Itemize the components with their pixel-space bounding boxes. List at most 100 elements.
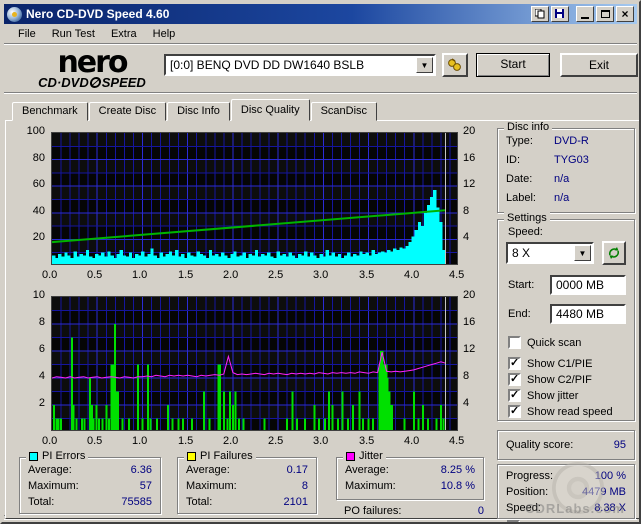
speed-select[interactable]: 8 X ▼ — [506, 242, 594, 264]
checkbox-icon — [507, 519, 520, 522]
tick-label: 12 — [463, 178, 476, 190]
disc-id: TYG03 — [554, 154, 589, 166]
app-icon — [7, 6, 22, 22]
watermark-text: CDRLabs.com — [525, 501, 625, 516]
tick-label: 16 — [463, 316, 476, 328]
toolbar: nero CD·DVD SPEED [0:0] BENQ DVD DD DW164… — [4, 45, 638, 93]
close-button[interactable]: × — [616, 6, 634, 22]
refresh-button[interactable] — [602, 241, 626, 265]
tick-label: 20 — [463, 125, 476, 137]
start-position-field[interactable]: 0000 MB — [550, 275, 626, 295]
tick-label: 2.5 — [268, 435, 284, 447]
menu-help[interactable]: Help — [145, 26, 184, 42]
tick-label: 10 — [32, 289, 45, 301]
drive-select-value: [0:0] BENQ DVD DD DW1640 BSLB — [170, 58, 365, 72]
tick-label: 0.0 — [42, 269, 58, 281]
quick-scan-checkbox[interactable]: Quick scan — [508, 336, 581, 349]
end-position-field[interactable]: 4480 MB — [550, 304, 626, 324]
tab-disc-info[interactable]: Disc Info — [167, 102, 230, 121]
pi-failures-legend-swatch — [187, 451, 196, 461]
tab-strip: Benchmark Create Disc Disc Info Disc Qua… — [12, 99, 378, 121]
nero-logo: nero CD·DVD SPEED — [38, 45, 146, 90]
tab-disc-quality[interactable]: Disc Quality — [230, 99, 310, 121]
pi-failures-chart: 10 8 6 4 2 20 16 12 8 4 0.0 0.5 1.0 1.5 2.0 2.5 3.0 3.5 4.… — [11, 289, 495, 456]
minimize-button[interactable] — [576, 6, 594, 22]
tick-label: 2.0 — [223, 435, 239, 447]
checkbox-icon[interactable] — [508, 372, 521, 386]
disc-info-group: Disc info Type: DVD-R ID: TYG03 Date: n/a L… — [497, 121, 635, 213]
tick-label: 4 — [463, 397, 470, 409]
window-title: Nero CD-DVD Speed 4.60 — [26, 7, 170, 21]
tick-label: 3.0 — [313, 435, 329, 447]
checkbox-icon[interactable] — [508, 388, 521, 402]
tick-label: 20 — [463, 289, 476, 301]
settings-group: Settings Speed: 8 X ▼ Start: 0000 MB End… — [497, 212, 635, 421]
exit-button[interactable]: Exit — [560, 53, 638, 77]
tick-label: 1.5 — [178, 435, 194, 447]
pi-failures-maximum: 8 — [301, 480, 308, 492]
tab-create-disc[interactable]: Create Disc — [88, 102, 167, 121]
copy-icon[interactable] — [531, 6, 549, 22]
title-bar: Nero CD-DVD Speed 4.60 × — [4, 4, 637, 24]
pi-errors-total: 75585 — [121, 496, 152, 508]
quality-score-group: Quality score: 95 — [497, 430, 635, 460]
pi-errors-maximum: 57 — [139, 480, 152, 492]
jitter-legend-swatch — [346, 451, 355, 461]
tick-label: 3.5 — [359, 435, 375, 447]
tick-label: 4.0 — [404, 435, 420, 447]
tick-label: 20 — [32, 231, 45, 243]
tick-label: 8 — [463, 205, 470, 217]
tick-label: 1.0 — [132, 269, 148, 281]
tick-label: 1.0 — [132, 435, 148, 447]
tab-benchmark[interactable]: Benchmark — [12, 102, 88, 121]
disc-quality-page: 100 80 60 40 20 20 16 12 8 4 0.0 0.5 1.0 1.5 2.0 2.5 3.0… — [5, 120, 639, 522]
tools-icon — [448, 58, 461, 71]
show-write-speed-checkbox: Show write speed — [507, 519, 613, 522]
maximize-button[interactable] — [596, 6, 614, 22]
pi-failures-total: 2101 — [283, 496, 308, 508]
tick-label: 60 — [32, 178, 45, 190]
jitter-stats: Jitter Average: 8.25 % Maximum: 10.8 % — [336, 450, 484, 500]
show-read-speed-checkbox[interactable]: Show read speed — [508, 404, 613, 418]
checkbox-icon[interactable] — [508, 336, 521, 349]
tick-label: 4.5 — [449, 269, 465, 281]
tick-label: 6 — [38, 343, 45, 355]
menu-file[interactable]: File — [10, 26, 44, 42]
chevron-down-icon[interactable]: ▼ — [416, 57, 433, 73]
tools-button[interactable] — [442, 53, 468, 77]
menu-run-test[interactable]: Run Test — [44, 26, 103, 42]
speed-select-value: 8 X — [512, 246, 531, 260]
tick-label: 12 — [463, 343, 476, 355]
checkbox-icon[interactable] — [508, 356, 521, 370]
tick-label: 0.5 — [87, 269, 103, 281]
show-jitter-checkbox[interactable]: Show jitter — [508, 388, 578, 402]
tick-label: 4.5 — [449, 435, 465, 447]
drive-select[interactable]: [0:0] BENQ DVD DD DW1640 BSLB ▼ — [164, 54, 436, 76]
save-icon[interactable] — [551, 6, 569, 22]
checkbox-icon[interactable] — [508, 404, 521, 418]
start-button[interactable]: Start — [476, 53, 550, 77]
tick-label: 4.0 — [404, 269, 420, 281]
tick-label: 0.5 — [87, 435, 103, 447]
menu-bar: File Run Test Extra Help — [4, 24, 637, 44]
show-c1-pie-checkbox[interactable]: Show C1/PIE — [508, 356, 592, 370]
jitter-average: 8.25 % — [440, 464, 475, 476]
show-c2-pif-checkbox[interactable]: Show C2/PIF — [508, 372, 592, 386]
tick-label: 2.0 — [223, 269, 239, 281]
disc-icon — [88, 77, 102, 88]
refresh-icon — [608, 247, 620, 259]
pi-errors-average: 6.36 — [130, 464, 152, 476]
pi-failures-stats: PI Failures Average: 0.17 Maximum: 8 Total… — [177, 450, 317, 514]
chevron-down-icon[interactable]: ▼ — [574, 245, 591, 261]
pi-errors-legend-swatch — [29, 451, 38, 461]
pi-errors-chart: 100 80 60 40 20 20 16 12 8 4 0.0 0.5 1.0 1.5 2.0 2.5 3.0… — [11, 125, 495, 290]
tab-scandisc[interactable]: ScanDisc — [310, 102, 378, 121]
tick-label: 0.0 — [42, 435, 58, 447]
tick-label: 4 — [38, 370, 45, 382]
tick-label: 100 — [26, 125, 45, 137]
menu-extra[interactable]: Extra — [103, 26, 145, 42]
tick-label: 2 — [38, 397, 45, 409]
tick-label: 3.5 — [359, 269, 375, 281]
tick-label: 3.0 — [313, 269, 329, 281]
tick-label: 1.5 — [178, 269, 194, 281]
